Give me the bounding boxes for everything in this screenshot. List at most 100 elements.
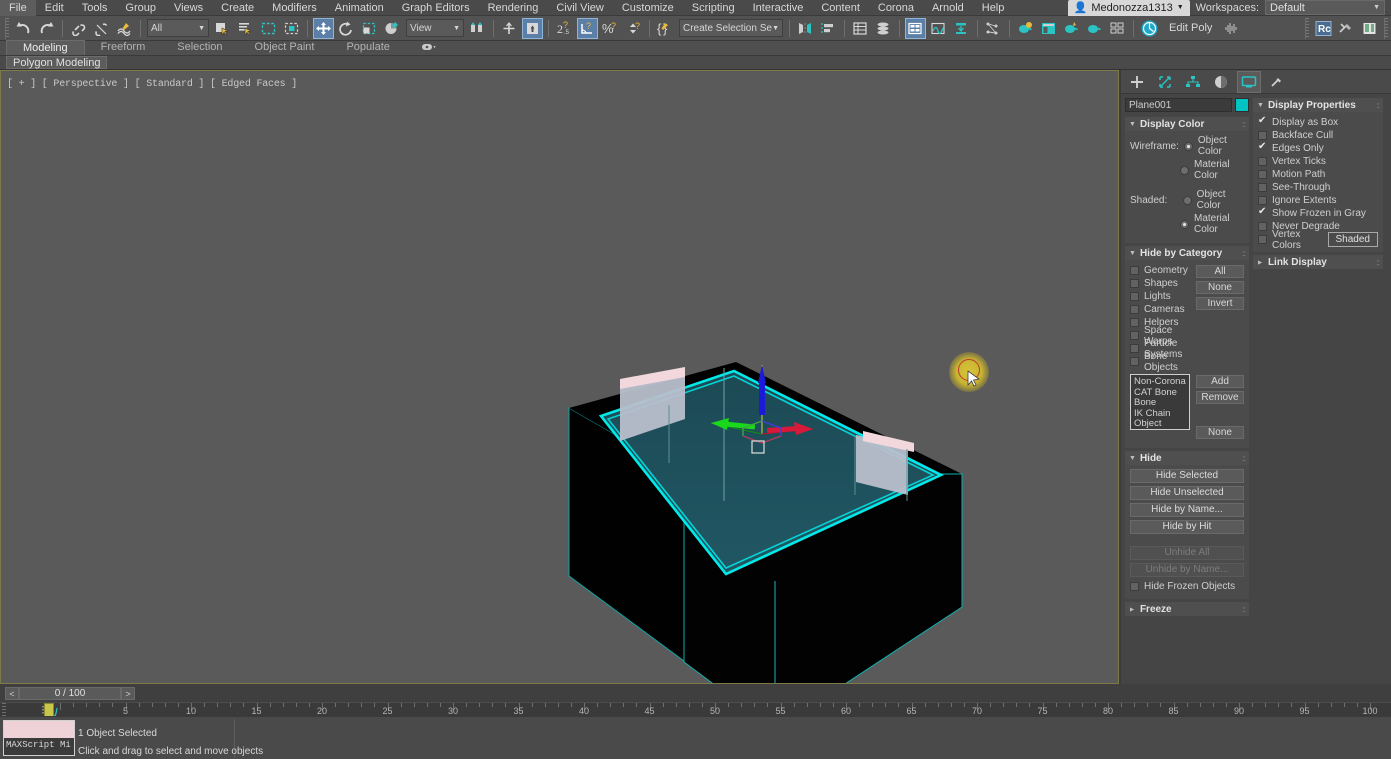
remove-button[interactable]: Remove [1196,391,1244,404]
list-item[interactable]: IK Chain Object [1134,408,1186,430]
angle-snap-toggle-icon[interactable]: ? [577,17,598,39]
shaded-material-color-radio[interactable] [1179,219,1189,229]
category-invert-button[interactable]: Invert [1196,297,1244,310]
category-shapes[interactable]: Shapes [1130,277,1190,290]
select-and-manipulate-icon[interactable] [522,17,543,39]
checkbox[interactable] [1130,292,1139,301]
select-and-move-icon[interactable] [313,17,334,39]
edit-named-selection-sets-icon[interactable]: {} [655,18,676,39]
hide-by-name-button[interactable]: Hide by Name... [1130,503,1244,517]
category-lights[interactable]: Lights [1130,290,1190,303]
selection-filter-select[interactable]: All ▼ [147,19,209,37]
menu-item-civil-view[interactable]: Civil View [547,0,612,16]
motion-path-row[interactable]: Motion Path [1258,168,1378,181]
next-frame-button[interactable]: > [121,687,135,700]
perspective-viewport[interactable]: [ + ] [ Perspective ] [ Standard ] [ Edg… [0,70,1119,684]
category-all-button[interactable]: All [1196,265,1244,278]
checkbox[interactable] [1258,183,1267,192]
checkbox[interactable] [1258,131,1267,140]
hide-selected-button[interactable]: Hide Selected [1130,469,1244,483]
checkbox[interactable] [1130,357,1139,366]
unlink-selection-icon[interactable] [91,18,112,39]
see-through-row[interactable]: See-Through [1258,181,1378,194]
menu-item-arnold[interactable]: Arnold [923,0,973,16]
menu-item-create[interactable]: Create [212,0,263,16]
menu-item-rendering[interactable]: Rendering [479,0,548,16]
curve-editor-icon[interactable] [928,18,949,39]
shaded-object-color-radio[interactable] [1182,195,1192,205]
render-in-cloud-icon[interactable] [1107,18,1128,39]
snaps-toggle-icon[interactable]: 2? .5 [554,18,575,39]
unhide-by-name-button[interactable]: Unhide by Name... [1130,563,1244,577]
toggle-scene-explorer-icon[interactable] [905,17,926,39]
use-selection-center-icon[interactable] [499,18,520,39]
rollout-freeze-header[interactable]: ▼ Freeze :: [1125,602,1249,616]
list-item[interactable]: Bone [1134,397,1186,409]
toolbar-grip[interactable] [5,17,9,39]
show-frozen-in-gray-row[interactable]: Show Frozen in Gray [1258,206,1378,220]
menu-item-animation[interactable]: Animation [326,0,393,16]
unhide-all-button[interactable]: Unhide All [1130,546,1244,560]
menu-item-scripting[interactable]: Scripting [683,0,744,16]
window-crossing-toggle-icon[interactable] [281,18,302,39]
time-slider-handle[interactable] [44,703,54,717]
hide-by-hit-button[interactable]: Hide by Hit [1130,520,1244,534]
prev-frame-button[interactable]: < [5,687,19,700]
category-none-button[interactable]: None [1196,281,1244,294]
corona-renderer-icon[interactable]: Rc [1313,18,1334,39]
render-frame-window-icon[interactable] [1061,18,1082,39]
checkbox[interactable] [1258,196,1267,205]
rollout-display-properties-header[interactable]: ▼ Display Properties :: [1253,98,1383,112]
menu-item-help[interactable]: Help [973,0,1014,16]
layer-explorer-icon[interactable] [850,18,871,39]
edges-only-row[interactable]: Edges Only [1258,141,1378,155]
named-selection-sets-select[interactable]: Create Selection Se ▼ [679,19,783,37]
object-color-swatch[interactable] [1235,98,1249,112]
scene-converter-icon[interactable] [1359,18,1380,39]
category-cameras[interactable]: Cameras [1130,303,1190,316]
checkbox[interactable] [1258,206,1267,218]
wireframe-object-color-radio[interactable] [1183,141,1193,151]
ribbon-tab-selection[interactable]: Selection [161,40,238,55]
hide-frozen-objects-row[interactable]: Hide Frozen Objects [1130,580,1244,593]
rollout-hide-header[interactable]: ▼ Hide :: [1125,451,1249,465]
select-and-link-icon[interactable] [68,18,89,39]
scene-explorer-icon[interactable] [873,18,894,39]
utilities-tools-icon[interactable] [1336,18,1357,39]
maxscript-input-line[interactable] [4,721,74,738]
category-bone-objects[interactable]: Bone Objects [1130,351,1190,373]
checkbox[interactable] [1130,582,1139,591]
menu-item-corona[interactable]: Corona [869,0,923,16]
undo-button[interactable] [13,18,34,39]
checkbox[interactable] [1258,222,1267,231]
checkbox[interactable] [1130,305,1139,314]
wireframe-material-color-radio[interactable] [1179,165,1189,175]
sound-waveform-icon[interactable] [1221,18,1242,39]
checkbox[interactable] [1130,279,1139,288]
redo-button[interactable] [36,18,57,39]
menu-item-content[interactable]: Content [812,0,869,16]
particle-view-icon[interactable] [983,18,1004,39]
list-item[interactable]: Non-Corona [1134,376,1186,388]
ribbon-subtab-polygon-modeling[interactable]: Polygon Modeling [6,56,108,69]
motion-tab-icon[interactable] [1209,71,1233,93]
menu-item-customize[interactable]: Customize [613,0,683,16]
select-and-scale-icon[interactable] [359,18,380,39]
list-item[interactable]: Point [1134,429,1156,430]
checkbox[interactable] [1130,266,1139,275]
backface-cull-row[interactable]: Backface Cull [1258,129,1378,142]
ribbon-tab-freeform[interactable]: Freeform [85,40,162,55]
menu-item-file[interactable]: File [0,0,36,16]
display-tab-icon[interactable] [1237,70,1261,93]
checkbox[interactable] [1258,115,1267,127]
reference-coordinate-select[interactable]: View ▼ [406,19,464,37]
menu-item-graph-editors[interactable]: Graph Editors [393,0,479,16]
menu-item-interactive[interactable]: Interactive [744,0,813,16]
checkbox[interactable] [1130,331,1139,340]
rollout-hide-by-category-header[interactable]: ▼ Hide by Category :: [1125,246,1249,260]
menu-item-group[interactable]: Group [116,0,165,16]
maxscript-mini-listener[interactable]: MAXScript Mi [3,720,75,756]
select-object-icon[interactable] [212,18,233,39]
rectangular-selection-region-icon[interactable] [258,18,279,39]
reference-coordinate-icon[interactable] [382,18,403,39]
